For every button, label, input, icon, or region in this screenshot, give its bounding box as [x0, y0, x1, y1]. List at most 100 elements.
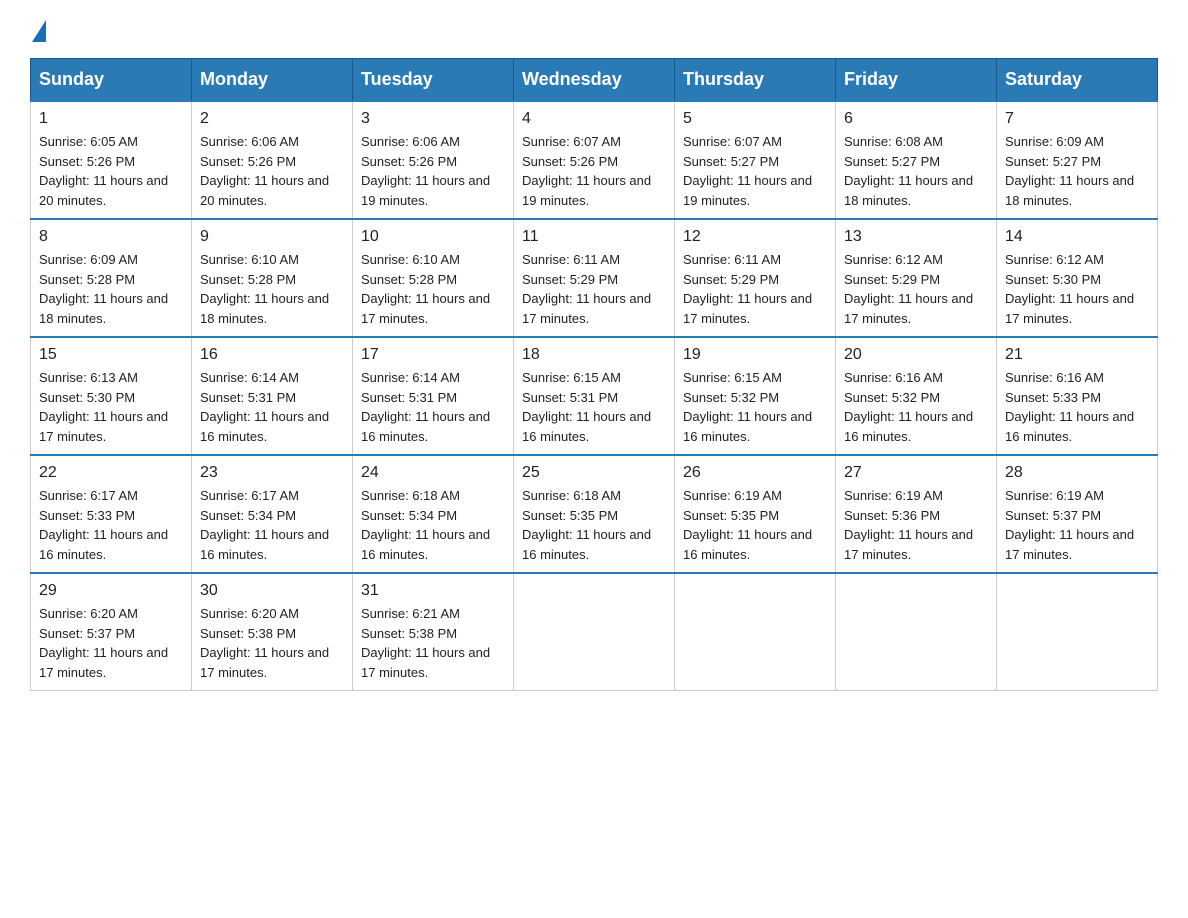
day-number: 14 — [1005, 228, 1149, 246]
calendar-day-cell: 2 Sunrise: 6:06 AM Sunset: 5:26 PM Dayli… — [192, 101, 353, 219]
day-info: Sunrise: 6:08 AM Sunset: 5:27 PM Dayligh… — [844, 132, 988, 210]
calendar-day-cell: 30 Sunrise: 6:20 AM Sunset: 5:38 PM Dayl… — [192, 573, 353, 691]
day-number: 6 — [844, 110, 988, 128]
calendar-day-cell: 12 Sunrise: 6:11 AM Sunset: 5:29 PM Dayl… — [675, 219, 836, 337]
calendar-header-sunday: Sunday — [31, 59, 192, 102]
day-number: 27 — [844, 464, 988, 482]
calendar-day-cell: 24 Sunrise: 6:18 AM Sunset: 5:34 PM Dayl… — [353, 455, 514, 573]
calendar-week-row: 22 Sunrise: 6:17 AM Sunset: 5:33 PM Dayl… — [31, 455, 1158, 573]
day-number: 10 — [361, 228, 505, 246]
calendar-week-row: 1 Sunrise: 6:05 AM Sunset: 5:26 PM Dayli… — [31, 101, 1158, 219]
day-number: 4 — [522, 110, 666, 128]
calendar-header-thursday: Thursday — [675, 59, 836, 102]
calendar-header-wednesday: Wednesday — [514, 59, 675, 102]
day-number: 5 — [683, 110, 827, 128]
day-number: 3 — [361, 110, 505, 128]
calendar-header-monday: Monday — [192, 59, 353, 102]
calendar-day-cell — [997, 573, 1158, 691]
day-number: 1 — [39, 110, 183, 128]
day-info: Sunrise: 6:15 AM Sunset: 5:32 PM Dayligh… — [683, 368, 827, 446]
calendar-day-cell: 29 Sunrise: 6:20 AM Sunset: 5:37 PM Dayl… — [31, 573, 192, 691]
day-info: Sunrise: 6:12 AM Sunset: 5:30 PM Dayligh… — [1005, 250, 1149, 328]
day-number: 2 — [200, 110, 344, 128]
calendar-day-cell: 16 Sunrise: 6:14 AM Sunset: 5:31 PM Dayl… — [192, 337, 353, 455]
calendar-header-friday: Friday — [836, 59, 997, 102]
day-info: Sunrise: 6:11 AM Sunset: 5:29 PM Dayligh… — [683, 250, 827, 328]
day-number: 12 — [683, 228, 827, 246]
calendar-day-cell: 6 Sunrise: 6:08 AM Sunset: 5:27 PM Dayli… — [836, 101, 997, 219]
day-info: Sunrise: 6:06 AM Sunset: 5:26 PM Dayligh… — [200, 132, 344, 210]
day-number: 20 — [844, 346, 988, 364]
logo — [30, 20, 48, 38]
calendar-day-cell: 9 Sunrise: 6:10 AM Sunset: 5:28 PM Dayli… — [192, 219, 353, 337]
day-number: 11 — [522, 228, 666, 246]
calendar-day-cell: 27 Sunrise: 6:19 AM Sunset: 5:36 PM Dayl… — [836, 455, 997, 573]
day-info: Sunrise: 6:14 AM Sunset: 5:31 PM Dayligh… — [200, 368, 344, 446]
day-info: Sunrise: 6:11 AM Sunset: 5:29 PM Dayligh… — [522, 250, 666, 328]
day-info: Sunrise: 6:07 AM Sunset: 5:27 PM Dayligh… — [683, 132, 827, 210]
calendar-header-saturday: Saturday — [997, 59, 1158, 102]
day-info: Sunrise: 6:20 AM Sunset: 5:38 PM Dayligh… — [200, 604, 344, 682]
header — [30, 20, 1158, 38]
day-number: 26 — [683, 464, 827, 482]
calendar-header-tuesday: Tuesday — [353, 59, 514, 102]
calendar-day-cell: 7 Sunrise: 6:09 AM Sunset: 5:27 PM Dayli… — [997, 101, 1158, 219]
day-info: Sunrise: 6:10 AM Sunset: 5:28 PM Dayligh… — [200, 250, 344, 328]
calendar-body: 1 Sunrise: 6:05 AM Sunset: 5:26 PM Dayli… — [31, 101, 1158, 691]
calendar-day-cell: 23 Sunrise: 6:17 AM Sunset: 5:34 PM Dayl… — [192, 455, 353, 573]
day-number: 7 — [1005, 110, 1149, 128]
calendar-day-cell: 25 Sunrise: 6:18 AM Sunset: 5:35 PM Dayl… — [514, 455, 675, 573]
day-number: 25 — [522, 464, 666, 482]
calendar-day-cell: 1 Sunrise: 6:05 AM Sunset: 5:26 PM Dayli… — [31, 101, 192, 219]
day-info: Sunrise: 6:14 AM Sunset: 5:31 PM Dayligh… — [361, 368, 505, 446]
day-number: 16 — [200, 346, 344, 364]
day-info: Sunrise: 6:06 AM Sunset: 5:26 PM Dayligh… — [361, 132, 505, 210]
day-info: Sunrise: 6:15 AM Sunset: 5:31 PM Dayligh… — [522, 368, 666, 446]
day-info: Sunrise: 6:09 AM Sunset: 5:27 PM Dayligh… — [1005, 132, 1149, 210]
day-number: 17 — [361, 346, 505, 364]
day-info: Sunrise: 6:19 AM Sunset: 5:35 PM Dayligh… — [683, 486, 827, 564]
day-number: 28 — [1005, 464, 1149, 482]
day-info: Sunrise: 6:19 AM Sunset: 5:37 PM Dayligh… — [1005, 486, 1149, 564]
calendar-day-cell: 11 Sunrise: 6:11 AM Sunset: 5:29 PM Dayl… — [514, 219, 675, 337]
day-number: 30 — [200, 582, 344, 600]
calendar-day-cell: 28 Sunrise: 6:19 AM Sunset: 5:37 PM Dayl… — [997, 455, 1158, 573]
calendar-day-cell: 19 Sunrise: 6:15 AM Sunset: 5:32 PM Dayl… — [675, 337, 836, 455]
calendar-day-cell: 17 Sunrise: 6:14 AM Sunset: 5:31 PM Dayl… — [353, 337, 514, 455]
day-info: Sunrise: 6:09 AM Sunset: 5:28 PM Dayligh… — [39, 250, 183, 328]
calendar-day-cell: 31 Sunrise: 6:21 AM Sunset: 5:38 PM Dayl… — [353, 573, 514, 691]
calendar-table: SundayMondayTuesdayWednesdayThursdayFrid… — [30, 58, 1158, 691]
day-info: Sunrise: 6:20 AM Sunset: 5:37 PM Dayligh… — [39, 604, 183, 682]
day-info: Sunrise: 6:13 AM Sunset: 5:30 PM Dayligh… — [39, 368, 183, 446]
day-number: 21 — [1005, 346, 1149, 364]
calendar-day-cell: 20 Sunrise: 6:16 AM Sunset: 5:32 PM Dayl… — [836, 337, 997, 455]
day-number: 31 — [361, 582, 505, 600]
calendar-day-cell: 14 Sunrise: 6:12 AM Sunset: 5:30 PM Dayl… — [997, 219, 1158, 337]
day-info: Sunrise: 6:12 AM Sunset: 5:29 PM Dayligh… — [844, 250, 988, 328]
logo-blue-part — [30, 20, 48, 42]
calendar-week-row: 15 Sunrise: 6:13 AM Sunset: 5:30 PM Dayl… — [31, 337, 1158, 455]
logo-triangle-icon — [32, 20, 46, 42]
calendar-week-row: 29 Sunrise: 6:20 AM Sunset: 5:37 PM Dayl… — [31, 573, 1158, 691]
day-number: 9 — [200, 228, 344, 246]
day-number: 19 — [683, 346, 827, 364]
day-info: Sunrise: 6:21 AM Sunset: 5:38 PM Dayligh… — [361, 604, 505, 682]
day-info: Sunrise: 6:18 AM Sunset: 5:34 PM Dayligh… — [361, 486, 505, 564]
day-number: 22 — [39, 464, 183, 482]
calendar-day-cell: 22 Sunrise: 6:17 AM Sunset: 5:33 PM Dayl… — [31, 455, 192, 573]
calendar-day-cell: 26 Sunrise: 6:19 AM Sunset: 5:35 PM Dayl… — [675, 455, 836, 573]
day-info: Sunrise: 6:17 AM Sunset: 5:34 PM Dayligh… — [200, 486, 344, 564]
day-info: Sunrise: 6:05 AM Sunset: 5:26 PM Dayligh… — [39, 132, 183, 210]
calendar-day-cell — [836, 573, 997, 691]
calendar-day-cell: 4 Sunrise: 6:07 AM Sunset: 5:26 PM Dayli… — [514, 101, 675, 219]
calendar-day-cell: 3 Sunrise: 6:06 AM Sunset: 5:26 PM Dayli… — [353, 101, 514, 219]
day-number: 24 — [361, 464, 505, 482]
calendar-day-cell — [675, 573, 836, 691]
day-info: Sunrise: 6:16 AM Sunset: 5:32 PM Dayligh… — [844, 368, 988, 446]
calendar-day-cell: 18 Sunrise: 6:15 AM Sunset: 5:31 PM Dayl… — [514, 337, 675, 455]
calendar-day-cell — [514, 573, 675, 691]
calendar-day-cell: 15 Sunrise: 6:13 AM Sunset: 5:30 PM Dayl… — [31, 337, 192, 455]
calendar-day-cell: 8 Sunrise: 6:09 AM Sunset: 5:28 PM Dayli… — [31, 219, 192, 337]
day-info: Sunrise: 6:17 AM Sunset: 5:33 PM Dayligh… — [39, 486, 183, 564]
calendar-header-row: SundayMondayTuesdayWednesdayThursdayFrid… — [31, 59, 1158, 102]
